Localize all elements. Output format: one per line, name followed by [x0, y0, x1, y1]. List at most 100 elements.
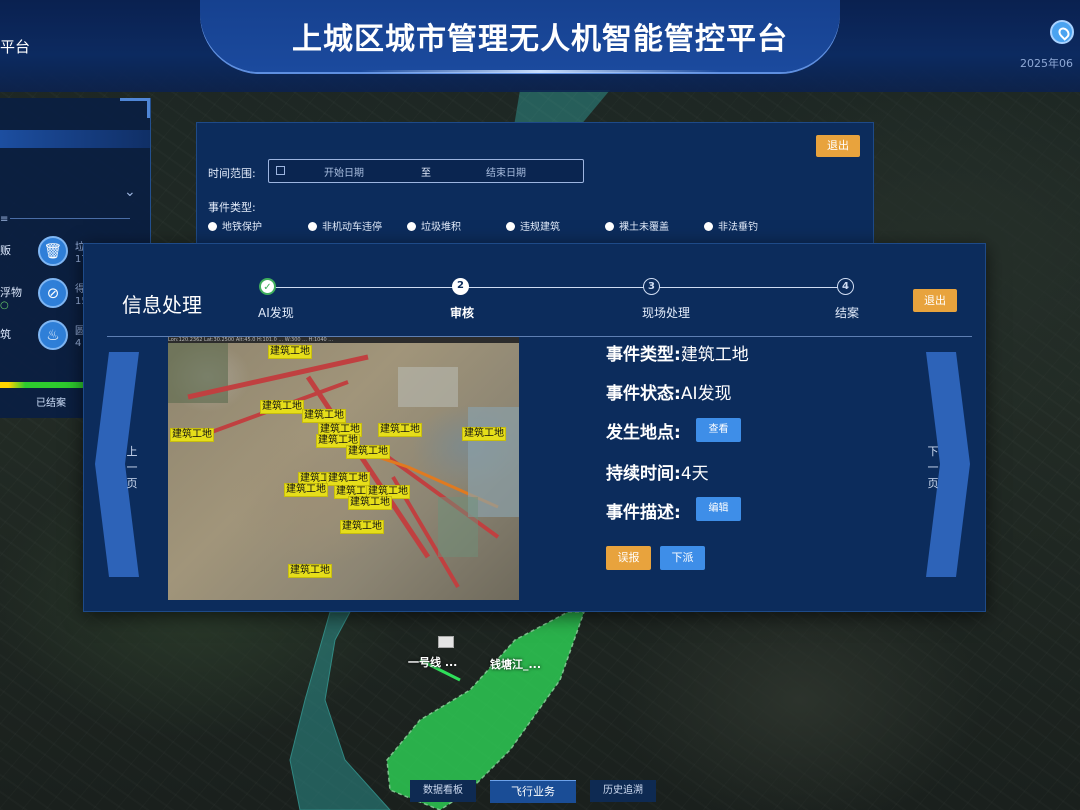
drone-photo[interactable]: Lon:120.2362 Lat:30.2500 Alt:45.0 H:101.… [168, 337, 519, 600]
step-4-indicator: 4 [837, 278, 854, 295]
location-key: 发生地点: [606, 423, 681, 443]
detection-tag: 建筑工地 [326, 472, 370, 486]
detection-tag: 建筑工地 [340, 520, 384, 534]
time-range-label: 时间范围: [208, 167, 256, 180]
construction-site-overlay [168, 343, 519, 589]
radio-label: 非机动车违停 [322, 222, 382, 233]
radio-label: 垃圾堆积 [421, 222, 461, 233]
bottom-tab-bar: 数据看板 飞行业务 历史追溯 [380, 780, 700, 810]
next-page-label: 下 一 页 [926, 444, 940, 492]
radio-label: 裸土未覆盖 [619, 222, 669, 233]
event-status-row: 事件状态:AI发现 [606, 379, 731, 404]
tab-data-dashboard[interactable]: 数据看板 [410, 780, 476, 802]
filter-panel: 退出 时间范围: 开始日期 至 结束日期 事件类型: 地铁保护 非机动车违停 垃… [196, 122, 874, 248]
progress-bar-label: 已结案 [36, 398, 66, 409]
filter-exit-button[interactable]: 退出 [816, 135, 860, 157]
page-title: 上城区城市管理无人机智能管控平台 [292, 22, 788, 57]
prev-page-label: 上 一 页 [125, 444, 139, 492]
radio-dot [407, 222, 416, 231]
date-range-separator: 至 [421, 168, 431, 179]
event-type-row: 事件类型:建筑工地 [606, 340, 749, 365]
location-row: 发生地点: [606, 418, 681, 443]
next-page-button[interactable]: 下 一 页 [924, 352, 970, 577]
header-date: 2025年06 [1020, 57, 1073, 70]
detection-tag: 建筑工地 [284, 483, 328, 497]
trash-icon: 🗑 [38, 236, 68, 266]
no-entry-icon: ⊘ [38, 278, 68, 308]
modal-exit-button[interactable]: 退出 [913, 289, 957, 312]
step-1-indicator: ✓ [259, 278, 276, 295]
event-type-radio[interactable]: 裸土未覆盖 [605, 218, 669, 233]
stat-label: 筑 [0, 328, 11, 341]
status-dot: ○ [0, 300, 9, 311]
marker-icon[interactable] [438, 636, 454, 648]
prev-page-button[interactable]: 上 一 页 [95, 352, 141, 577]
false-report-button[interactable]: 误报 [606, 546, 651, 570]
detection-tag: 建筑工地 [462, 427, 506, 441]
tab-history-trace[interactable]: 历史追溯 [590, 780, 656, 802]
panel-header-bar [0, 130, 150, 148]
chevron-down-icon[interactable]: ⌄ [124, 184, 136, 200]
radio-dot [208, 222, 217, 231]
step-3-label: 现场处理 [642, 306, 691, 320]
date-range-picker[interactable]: 开始日期 至 结束日期 [268, 159, 584, 183]
event-status-key: 事件状态: [606, 384, 681, 404]
end-date-placeholder[interactable]: 结束日期 [486, 164, 526, 179]
detection-tag: 建筑工地 [348, 496, 392, 510]
next-char: 页 [927, 477, 939, 490]
next-char: 一 [927, 461, 939, 474]
step-2-label: 审核 [450, 306, 475, 320]
event-type-label: 事件类型: [208, 201, 256, 214]
duration-value: 4天 [680, 464, 709, 484]
fire-icon: ♨ [38, 320, 68, 350]
map-marker-label-2[interactable]: 钱塘江_... [490, 656, 541, 672]
radio-dot [308, 222, 317, 231]
progress-bar [0, 382, 84, 388]
tab-flight-business[interactable]: 飞行业务 [490, 780, 576, 803]
description-row: 事件描述: [606, 498, 681, 523]
event-type-radio[interactable]: 非法垂钓 [704, 218, 758, 233]
event-type-radio[interactable]: 地铁保护 [208, 218, 262, 233]
detection-tag: 建筑工地 [302, 409, 346, 423]
description-key: 事件描述: [606, 503, 681, 523]
prev-char: 上 [126, 445, 138, 458]
radio-dot [506, 222, 515, 231]
modal-title: 信息处理 [122, 293, 202, 317]
start-date-placeholder[interactable]: 开始日期 [324, 164, 364, 179]
calendar-icon [276, 166, 285, 175]
radio-label: 非法垂钓 [718, 222, 758, 233]
event-type-radio[interactable]: 垃圾堆积 [407, 218, 461, 233]
duration-row: 持续时间:4天 [606, 459, 709, 484]
prev-char: 页 [126, 477, 138, 490]
steps-track [267, 287, 846, 288]
detection-tag: 建筑工地 [346, 445, 390, 459]
event-type-key: 事件类型: [606, 345, 681, 365]
event-status-value: AI发现 [680, 384, 732, 404]
step-3-indicator: 3 [643, 278, 660, 295]
location-pin-icon[interactable] [1050, 20, 1074, 44]
detection-tag: 建筑工地 [260, 400, 304, 414]
panel-corner-decoration [120, 98, 150, 118]
header-bar: 上城区城市管理无人机智能管控平台 平台 2025年06 [0, 0, 1080, 92]
step-1-label: AI发现 [258, 306, 294, 320]
detection-tag: 建筑工地 [170, 428, 214, 442]
event-type-radio[interactable]: 非机动车违停 [308, 218, 382, 233]
step-4-label: 结案 [835, 306, 860, 320]
stat-label: 浮物 [0, 286, 22, 299]
stat-label: 贩 [0, 244, 11, 257]
radio-dot [605, 222, 614, 231]
radio-label: 地铁保护 [222, 222, 262, 233]
river-segment-bottom [289, 611, 391, 810]
app-root: 一号线 ... 钱塘江_... 上城区城市管理无人机智能管控平台 平台 2025… [0, 0, 1080, 810]
view-location-button[interactable]: 查看 [696, 418, 741, 442]
event-type-radio[interactable]: 违规建筑 [506, 218, 560, 233]
edit-description-button[interactable]: 编辑 [696, 497, 741, 521]
header-glow-line [360, 70, 720, 73]
radio-label: 违规建筑 [520, 222, 560, 233]
map-marker-label-1[interactable]: 一号线 ... [408, 654, 457, 670]
radio-dot [704, 222, 713, 231]
step-2-indicator: 2 [452, 278, 469, 295]
detection-tag: 建筑工地 [268, 345, 312, 359]
dispatch-button[interactable]: 下派 [660, 546, 705, 570]
prev-char: 一 [126, 461, 138, 474]
